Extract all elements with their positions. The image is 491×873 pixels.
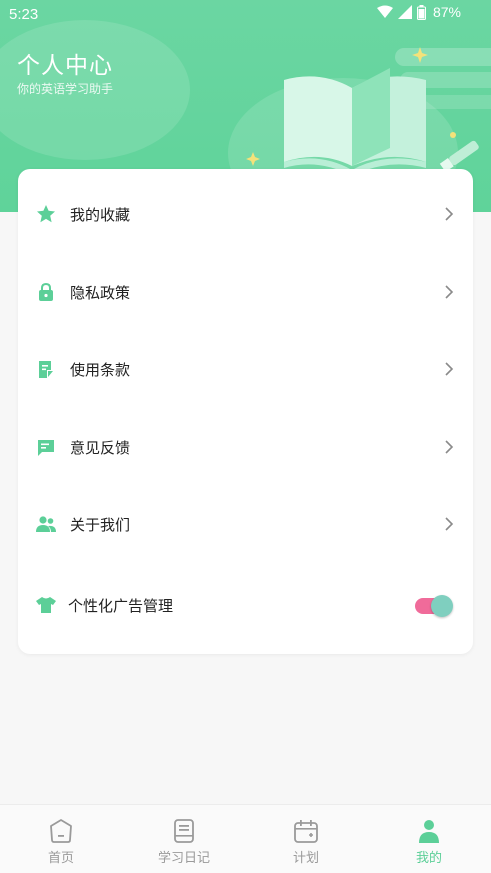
home-icon xyxy=(50,819,72,843)
calendar-icon xyxy=(294,820,318,843)
people-icon xyxy=(35,513,57,535)
tab-label: 计划 xyxy=(292,851,319,866)
page-title: 个人中心 xyxy=(17,53,113,79)
status-bar: 5:23 87% xyxy=(0,0,491,28)
menu-item-terms[interactable]: 使用条款 xyxy=(18,339,473,399)
signal-icon xyxy=(397,5,412,19)
menu-item-label: 隐私政策 xyxy=(70,283,131,302)
chevron-right-icon xyxy=(445,362,454,376)
tab-label: 首页 xyxy=(47,851,74,866)
battery-level: 87% xyxy=(432,4,461,20)
menu-item-about-us[interactable]: 关于我们 xyxy=(18,494,473,554)
tab-home[interactable]: 首页 xyxy=(0,805,122,873)
star-icon xyxy=(35,203,57,225)
tab-mine[interactable]: 我的 xyxy=(368,805,490,873)
tab-label: 我的 xyxy=(415,851,442,866)
menu-item-feedback[interactable]: 意见反馈 xyxy=(18,417,473,477)
tab-label: 学习日记 xyxy=(157,851,210,866)
menu-card: 我的收藏 隐私政策 使用条款 意见反馈 关于我们 个性化广告管理 xyxy=(18,169,473,654)
ads-personalization-label: 个性化广告管理 xyxy=(68,596,174,615)
notebook-icon xyxy=(174,819,194,843)
menu-item-label: 使用条款 xyxy=(70,360,131,379)
ads-personalization-row: 个性化广告管理 xyxy=(18,575,473,635)
chevron-right-icon xyxy=(445,285,454,299)
menu-item-label: 关于我们 xyxy=(70,515,131,534)
page-subtitle: 你的英语学习助手 xyxy=(17,82,114,96)
menu-item-label: 意见反馈 xyxy=(70,438,131,457)
menu-item-label: 我的收藏 xyxy=(70,205,131,224)
person-icon xyxy=(419,820,439,843)
wifi-icon xyxy=(376,5,393,18)
chevron-right-icon xyxy=(445,207,454,221)
document-icon xyxy=(35,358,57,380)
menu-item-privacy-policy[interactable]: 隐私政策 xyxy=(18,262,473,322)
tab-study-diary[interactable]: 学习日记 xyxy=(123,805,245,873)
status-time: 5:23 xyxy=(9,6,39,23)
lock-icon xyxy=(35,281,57,303)
ads-personalization-toggle[interactable] xyxy=(415,595,453,617)
feedback-icon xyxy=(35,436,57,458)
bottom-tab-bar: 首页 学习日记 计划 我的 xyxy=(0,804,491,873)
toggle-knob xyxy=(431,595,453,617)
chevron-right-icon xyxy=(445,440,454,454)
chevron-right-icon xyxy=(445,517,454,531)
menu-item-favorites[interactable]: 我的收藏 xyxy=(18,184,473,244)
battery-icon xyxy=(416,4,426,20)
shirt-icon xyxy=(35,594,57,616)
tab-plan[interactable]: 计划 xyxy=(245,805,367,873)
